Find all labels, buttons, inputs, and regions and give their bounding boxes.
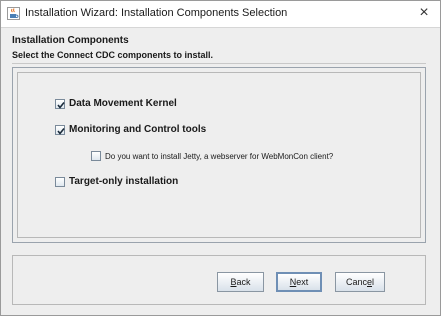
option-monitoring-control-tools[interactable]: Monitoring and Control tools (55, 124, 206, 135)
option-install-jetty[interactable]: Do you want to install Jetty, a webserve… (91, 151, 333, 161)
option-label: Monitoring and Control tools (69, 124, 207, 135)
cancel-label-rest: l (372, 277, 375, 287)
back-button[interactable]: Back (217, 272, 264, 292)
next-label-rest: ext (296, 277, 309, 287)
next-button[interactable]: Next (276, 272, 322, 292)
install-jetty-checkbox[interactable] (91, 151, 101, 161)
close-icon: × (419, 4, 429, 21)
option-label: Do you want to install Jetty, a webserve… (105, 151, 334, 161)
close-button[interactable]: × (416, 4, 432, 22)
checkmark-icon (57, 127, 65, 135)
title-bar: Installation Wizard: Installation Compon… (1, 1, 440, 28)
option-label: Data Movement Kernel (69, 98, 177, 109)
components-panel: Data Movement Kernel Monitoring and Cont… (12, 67, 426, 243)
window-title: Installation Wizard: Installation Compon… (25, 7, 288, 19)
section-subtitle: Select the Connect CDC components to ins… (12, 50, 214, 60)
header-divider (12, 63, 426, 64)
option-target-only[interactable]: Target-only installation (55, 176, 178, 187)
back-label-rest: ack (236, 277, 251, 287)
cancel-button[interactable]: Canc e l (335, 272, 385, 292)
target-only-checkbox[interactable] (55, 176, 65, 187)
monitoring-control-checkbox[interactable] (55, 124, 65, 135)
option-label: Target-only installation (69, 176, 179, 187)
section-title: Installation Components (12, 35, 129, 46)
data-movement-kernel-checkbox[interactable] (55, 98, 65, 109)
components-inner-panel: Data Movement Kernel Monitoring and Cont… (17, 72, 421, 238)
option-data-movement-kernel[interactable]: Data Movement Kernel (55, 98, 177, 109)
checkmark-icon (57, 101, 65, 109)
java-cup-icon (7, 7, 20, 20)
installer-window: Installation Wizard: Installation Compon… (0, 0, 441, 316)
cancel-label-pre: Canc (345, 277, 367, 287)
